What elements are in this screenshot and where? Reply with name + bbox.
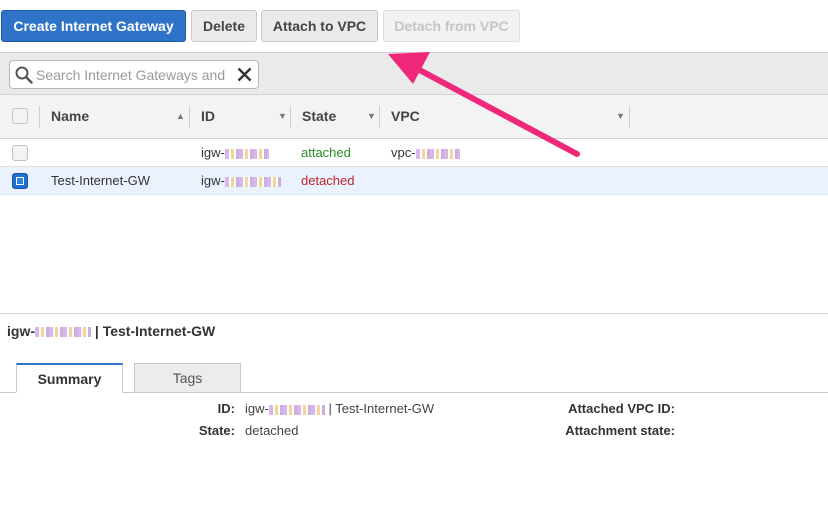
column-divider: [189, 106, 190, 128]
redacted-value: [268, 404, 325, 415]
attached-vpc-id-label: Attached VPC ID:: [568, 401, 675, 416]
redacted-value: [224, 176, 281, 187]
redacted-value: [415, 148, 460, 159]
column-divider: [39, 106, 40, 128]
id-value-suffix: | Test-Internet-GW: [324, 401, 435, 416]
state-value: detached: [245, 423, 299, 438]
redacted-value: [35, 327, 91, 338]
create-internet-gateway-button[interactable]: Create Internet Gateway: [1, 10, 186, 42]
search-icon: [15, 66, 33, 84]
column-header-vpc[interactable]: VPC: [391, 95, 420, 138]
pane-divider[interactable]: [0, 313, 828, 314]
column-divider: [629, 106, 630, 128]
row-checkbox-checked[interactable]: [12, 173, 28, 189]
column-divider: [290, 106, 291, 128]
row-id-prefix: igw-: [201, 145, 225, 160]
table-row[interactable]: igw- attached vpc-: [0, 139, 828, 167]
id-value-prefix: igw-: [245, 401, 269, 416]
row-id: igw-: [201, 139, 269, 166]
row-vpc: vpc-: [391, 139, 460, 166]
search-bar: [0, 52, 828, 95]
tab-summary[interactable]: Summary: [16, 363, 123, 393]
column-divider: [379, 106, 380, 128]
detach-from-vpc-button[interactable]: Detach from VPC: [383, 10, 520, 42]
sort-icon[interactable]: ▼: [367, 111, 376, 121]
row-vpc-prefix: vpc-: [391, 145, 416, 160]
tab-tags[interactable]: Tags: [134, 363, 241, 393]
state-label: State:: [198, 423, 235, 438]
id-value: igw- | Test-Internet-GW: [245, 401, 434, 416]
detail-title-prefix: igw-: [7, 323, 35, 339]
column-header-id[interactable]: ID: [201, 95, 215, 138]
toolbar: Create Internet Gateway Delete Attach to…: [0, 0, 828, 52]
row-name: Test-Internet-GW: [51, 173, 150, 188]
table-header: Name ▲ ID ▼ State ▼ VPC ▼: [0, 95, 828, 139]
column-header-state[interactable]: State: [302, 95, 336, 138]
column-header-name[interactable]: Name: [51, 95, 89, 138]
delete-button[interactable]: Delete: [191, 10, 257, 42]
row-id-prefix: igw-: [201, 173, 225, 188]
sort-icon[interactable]: ▼: [278, 111, 287, 121]
select-all-checkbox[interactable]: [12, 108, 28, 124]
attach-to-vpc-button[interactable]: Attach to VPC: [261, 10, 378, 42]
search-field[interactable]: [9, 60, 259, 89]
row-id: igw-: [201, 167, 281, 194]
table-row-selected[interactable]: Test-Internet-GW igw- detached: [0, 167, 828, 195]
search-input[interactable]: [36, 65, 234, 85]
sort-icon[interactable]: ▼: [616, 111, 625, 121]
redacted-value: [224, 148, 269, 159]
row-state: attached: [301, 145, 351, 160]
detail-title: igw- | Test-Internet-GW: [7, 323, 215, 339]
sort-ascending-icon[interactable]: ▲: [176, 111, 185, 121]
row-state: detached: [301, 173, 355, 188]
tab-underline: [0, 392, 828, 393]
clear-search-icon[interactable]: [237, 67, 252, 82]
attachment-state-label: Attachment state:: [565, 423, 675, 438]
id-label: ID:: [217, 401, 235, 416]
row-checkbox[interactable]: [12, 145, 28, 161]
detail-title-suffix: | Test-Internet-GW: [91, 323, 216, 339]
